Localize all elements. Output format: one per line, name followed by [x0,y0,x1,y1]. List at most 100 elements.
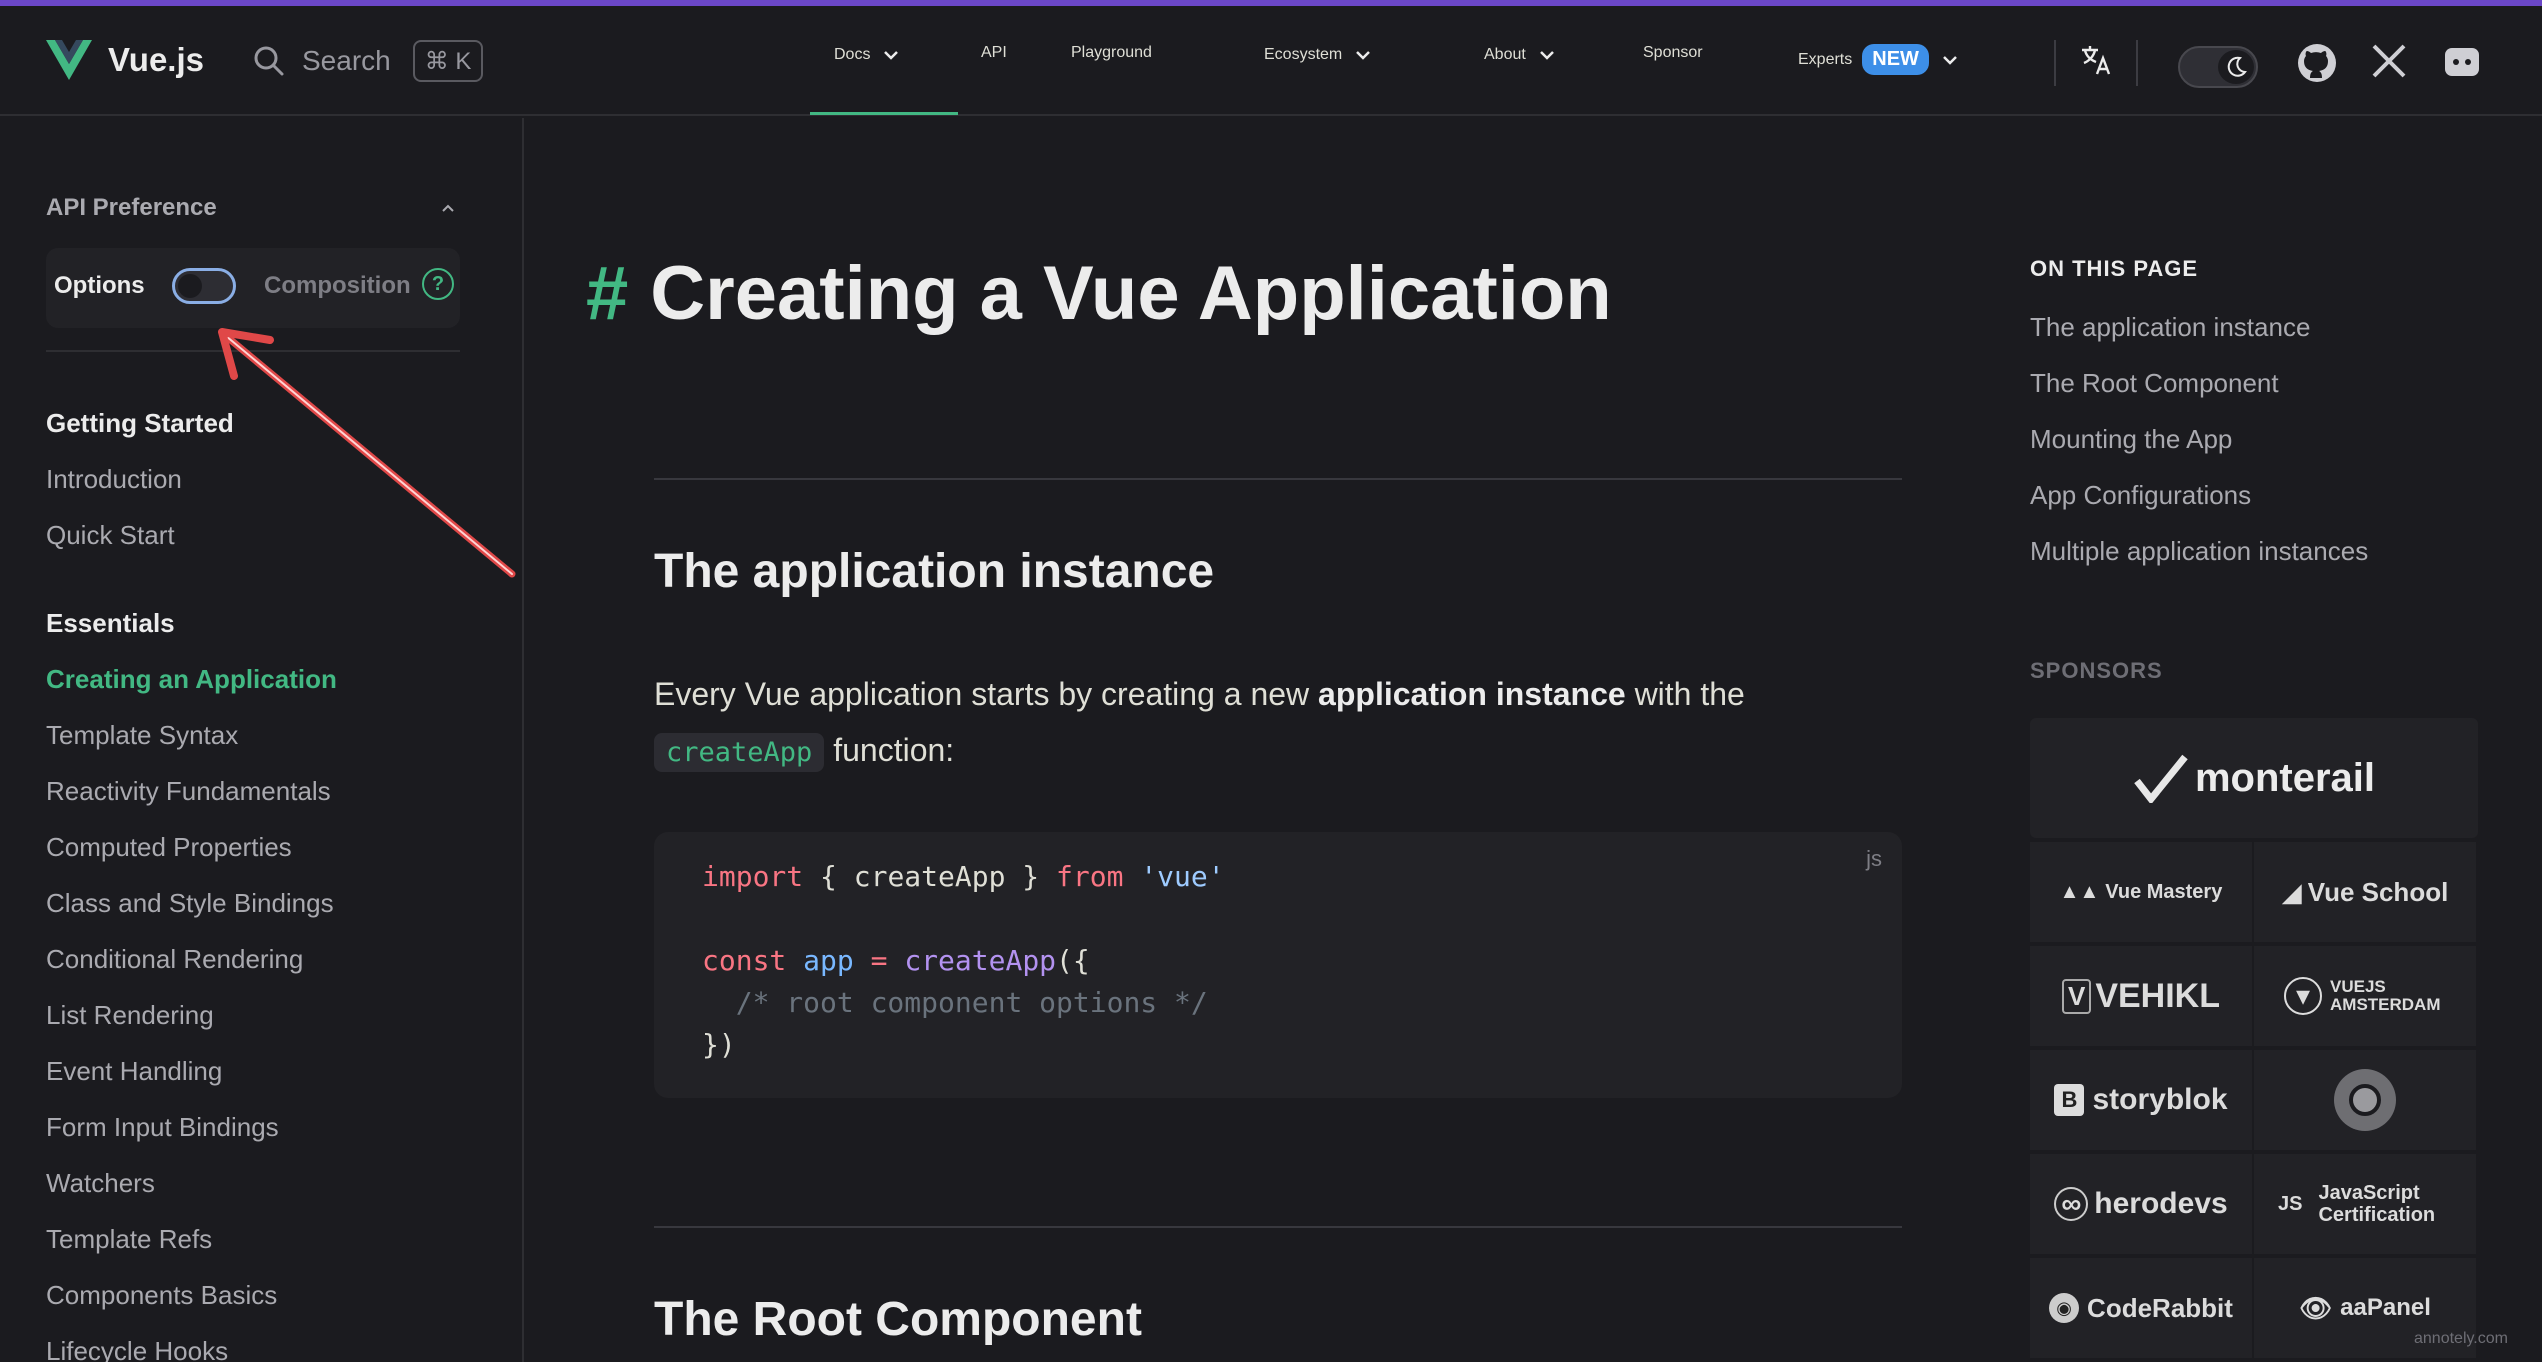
nav-api[interactable]: API [981,44,1007,62]
on-this-page-title: ON THIS PAGE [2030,256,2199,281]
sidebar-item-introduction[interactable]: Introduction [46,464,182,495]
composition-label[interactable]: Composition [264,272,411,300]
nav-active-underline [810,112,958,115]
sponsor-coderabbit[interactable]: ◉ CodeRabbit [2030,1258,2252,1358]
nav-playground-label: Playground [1071,44,1152,61]
para-text: with the [1625,676,1745,712]
nav-about-label: About [1484,46,1526,63]
search-icon [254,46,284,76]
search-shortcut: ⌘ K [412,40,484,82]
sidebar-item-components-basics[interactable]: Components Basics [46,1280,277,1311]
vue-logo-icon [46,40,92,80]
translate-icon [2082,46,2111,75]
sponsor-vue-school[interactable]: ◢ Vue School [2254,842,2476,942]
section-divider [654,1226,1902,1228]
github-icon [2298,44,2336,82]
sponsor-name: herodevs [2094,1187,2228,1220]
toggle-knob [2218,50,2254,84]
search-label: Search [302,45,391,76]
sidebar-item-watchers[interactable]: Watchers [46,1168,155,1199]
chevron-down-icon [1539,51,1554,60]
nav-playground[interactable]: Playground [1071,44,1152,62]
sidebar-item-creating-an-application[interactable]: Creating an Application [46,664,337,695]
options-label[interactable]: Options [54,272,145,300]
sponsor-name: Vue School [2307,876,2449,907]
code-content: import { createApp } from 'vue' const ap… [702,860,1225,1061]
api-preference-title: API Preference [46,194,217,221]
sponsor-monterail[interactable]: monterail [2030,718,2478,838]
nav-experts[interactable]: Experts NEW [1798,44,1961,75]
nav-about[interactable]: About [1484,44,1558,66]
para-text: Every Vue application starts by creating… [654,676,1319,712]
heading-anchor[interactable]: # [586,251,628,336]
sponsor-name: aaPanel [2340,1294,2431,1321]
logo[interactable]: Vue.js [46,40,204,80]
sidebar-item-computed-properties[interactable]: Computed Properties [46,832,292,863]
dark-mode-toggle[interactable] [2178,46,2258,88]
code-block: js import { createApp } from 'vue' const… [654,832,1902,1098]
sidebar-item-form-input-bindings[interactable]: Form Input Bindings [46,1112,279,1143]
api-preference-toggle[interactable] [172,268,236,304]
sponsor-storyblok[interactable]: Bstoryblok [2030,1050,2252,1150]
nav-api-label: API [981,44,1007,61]
logo-text: Vue.js [108,41,204,78]
para-text: function: [824,732,955,768]
discord-icon [2445,48,2479,76]
sponsor-name: JavaScript Certification [2318,1182,2436,1226]
sponsor-herodevs[interactable]: ∞ herodevs [2030,1154,2252,1254]
chevron-down-icon [884,51,899,60]
nav-ecosystem[interactable]: Ecosystem [1264,44,1374,66]
herodevs-logo-icon: ∞ [2054,1187,2089,1221]
toggle-knob [178,274,202,298]
sponsors-title: SPONSORS [2030,658,2163,683]
sponsor-name: VUEJS AMSTERDAM [2330,977,2441,1014]
section-essentials: Essentials [46,608,175,638]
toc-link[interactable]: App Configurations [2030,480,2251,511]
sidebar-item-list-rendering[interactable]: List Rendering [46,1000,214,1031]
toc-link[interactable]: The application instance [2030,312,2310,343]
sponsor-vehikl[interactable]: V VEHIKL [2030,946,2252,1046]
nav-ecosystem-label: Ecosystem [1264,46,1343,63]
toc-link[interactable]: The Root Component [2030,368,2279,399]
x-twitter-link[interactable] [2370,42,2408,85]
sidebar-item-template-refs[interactable]: Template Refs [46,1224,212,1255]
api-preference-switcher: Options Composition ? [46,248,460,328]
nav-sponsor-label: Sponsor [1643,44,1703,61]
x-icon [2372,44,2406,78]
vue-school-logo-icon: ◢ [2281,876,2302,907]
monterail-logo-icon [2134,754,2188,803]
discord-link[interactable] [2442,42,2482,87]
toc-link[interactable]: Mounting the App [2030,424,2232,455]
watermark: annotely.com [2414,1330,2508,1347]
github-link[interactable] [2296,42,2338,89]
page-title: # Creating a Vue Application [586,250,1612,337]
aapanel-logo-icon: 👁 [2299,1292,2333,1323]
toc-link[interactable]: Multiple application instances [2030,536,2368,567]
chevron-up-icon[interactable] [438,198,458,218]
help-icon[interactable]: ? [422,268,454,300]
sponsor-vuejs-amsterdam[interactable]: ▾ VUEJS AMSTERDAM [2254,946,2476,1046]
chrome-logo-icon [2334,1069,2396,1131]
sponsor-chrome[interactable] [2254,1050,2476,1150]
code-language: js [1866,846,1882,871]
sidebar-item-lifecycle-hooks[interactable]: Lifecycle Hooks [46,1336,228,1362]
search-button[interactable]: Search ⌘ K [252,38,484,84]
sidebar-item-reactivity-fundamentals[interactable]: Reactivity Fundamentals [46,776,331,807]
sidebar-item-conditional-rendering[interactable]: Conditional Rendering [46,944,303,975]
page-title-text: Creating a Vue Application [650,251,1612,336]
sidebar-item-quick-start[interactable]: Quick Start [46,520,175,551]
js-logo-icon: JS [2278,1193,2303,1215]
translate-button[interactable] [2078,42,2114,83]
nav-divider [2136,40,2138,86]
sidebar-item-event-handling[interactable]: Event Handling [46,1056,222,1087]
nav-docs[interactable]: Docs [834,44,902,66]
nav-experts-label: Experts [1798,50,1853,68]
nav-sponsor[interactable]: Sponsor [1643,44,1703,62]
sponsor-monterail-name: monterail [2194,755,2376,800]
sidebar-item-class-and-style-bindings[interactable]: Class and Style Bindings [46,888,334,919]
sponsor-js-certification[interactable]: JS JavaScript Certification [2254,1154,2476,1254]
sponsor-vue-mastery[interactable]: ▲▲ Vue Mastery [2030,842,2252,942]
sidebar-item-template-syntax[interactable]: Template Syntax [46,720,238,751]
inline-code: createApp [654,733,825,772]
section-title-application-instance: The application instance [654,545,1215,598]
